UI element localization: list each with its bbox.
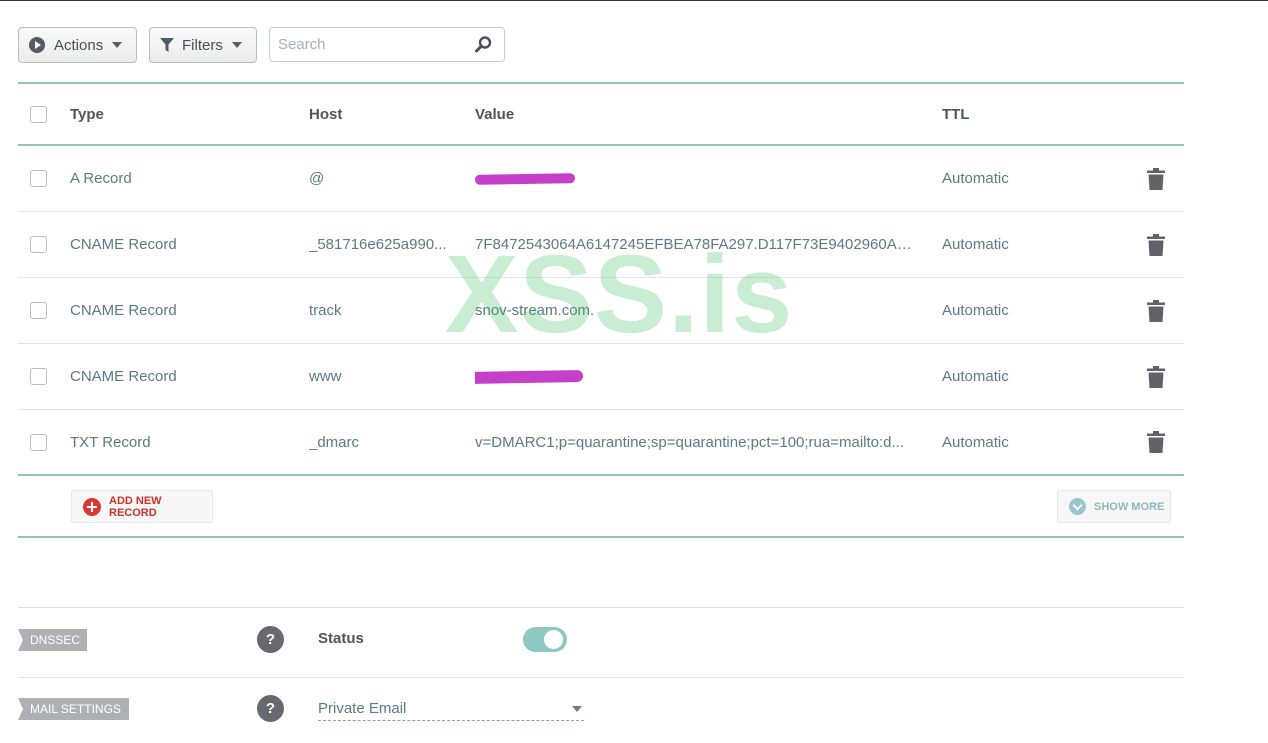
search-box bbox=[269, 27, 505, 62]
record-type: CNAME Record bbox=[70, 368, 177, 385]
redaction-mark bbox=[475, 369, 584, 384]
record-ttl: Automatic bbox=[942, 368, 1009, 385]
divider bbox=[18, 677, 1184, 678]
table-row[interactable]: CNAME Record track snov-stream.com. Auto… bbox=[18, 278, 1184, 344]
record-host: track bbox=[309, 302, 342, 319]
add-new-record-label: ADD NEW RECORD bbox=[109, 494, 162, 519]
row-checkbox[interactable] bbox=[30, 236, 47, 253]
row-checkbox[interactable] bbox=[30, 170, 47, 187]
trash-icon[interactable] bbox=[1144, 212, 1168, 277]
trash-icon[interactable] bbox=[1144, 344, 1168, 409]
record-ttl: Automatic bbox=[942, 433, 1009, 451]
record-ttl: Automatic bbox=[942, 170, 1009, 187]
show-more-label: SHOW MORE bbox=[1094, 500, 1165, 513]
row-checkbox[interactable] bbox=[30, 302, 47, 319]
header-host[interactable]: Host bbox=[309, 84, 449, 144]
chevron-down-icon bbox=[572, 706, 582, 712]
actions-button[interactable]: Actions bbox=[18, 27, 137, 63]
play-circle-icon bbox=[29, 37, 45, 53]
mail-settings-select[interactable]: Private Email bbox=[318, 697, 584, 721]
mail-settings-selected: Private Email bbox=[318, 700, 407, 717]
record-value bbox=[475, 146, 915, 211]
table-row[interactable]: TXT Record _dmarc v=DMARC1;p=quarantine;… bbox=[18, 410, 1184, 476]
trash-icon[interactable] bbox=[1144, 278, 1168, 343]
divider bbox=[18, 607, 1184, 608]
table-header: Type Host Value TTL bbox=[18, 82, 1184, 146]
table-row[interactable]: CNAME Record _581716e625a990... 7F847254… bbox=[18, 212, 1184, 278]
header-type[interactable]: Type bbox=[70, 84, 290, 144]
search-icon[interactable] bbox=[475, 36, 492, 58]
filters-button[interactable]: Filters bbox=[149, 27, 257, 63]
table-row[interactable]: A Record @ Automatic bbox=[18, 146, 1184, 212]
record-type: CNAME Record bbox=[70, 302, 177, 319]
show-more-button[interactable]: SHOW MORE bbox=[1057, 490, 1171, 523]
mail-settings-tag: MAIL SETTINGS bbox=[18, 698, 129, 720]
help-icon[interactable]: ? bbox=[257, 626, 284, 653]
toggle-knob bbox=[544, 630, 563, 649]
table-footer: ADD NEW RECORD SHOW MORE bbox=[18, 476, 1184, 538]
record-host: www bbox=[309, 368, 342, 385]
plus-circle-icon bbox=[83, 497, 101, 516]
dnssec-toggle[interactable] bbox=[523, 627, 567, 652]
record-type: A Record bbox=[70, 170, 132, 187]
help-icon[interactable]: ? bbox=[257, 695, 284, 722]
header-value[interactable]: Value bbox=[475, 84, 915, 144]
table-row[interactable]: CNAME Record www Automatic bbox=[18, 344, 1184, 410]
chevron-down-icon bbox=[231, 42, 242, 48]
record-host: @ bbox=[309, 170, 325, 187]
row-checkbox[interactable] bbox=[30, 433, 47, 451]
top-border bbox=[0, 0, 1268, 1]
record-value: v=DMARC1;p=quarantine;sp=quarantine;pct=… bbox=[475, 433, 905, 451]
filters-label: Filters bbox=[182, 36, 223, 54]
trash-icon[interactable] bbox=[1144, 146, 1168, 211]
record-ttl: Automatic bbox=[942, 302, 1009, 319]
record-host: _dmarc bbox=[309, 433, 360, 451]
add-new-record-button[interactable]: ADD NEW RECORD bbox=[71, 490, 213, 523]
record-type: TXT Record bbox=[70, 433, 151, 451]
dns-records-table: Type Host Value TTL A Record @ Automatic… bbox=[18, 82, 1184, 538]
chevron-down-icon bbox=[1069, 498, 1086, 515]
trash-icon[interactable] bbox=[1144, 410, 1168, 474]
header-ttl[interactable]: TTL bbox=[942, 84, 1062, 144]
dnssec-tag: DNSSEC bbox=[18, 629, 87, 651]
select-all-checkbox[interactable] bbox=[30, 105, 47, 123]
record-type: CNAME Record bbox=[70, 236, 177, 253]
record-ttl: Automatic bbox=[942, 236, 1009, 253]
row-checkbox[interactable] bbox=[30, 368, 47, 385]
search-input[interactable] bbox=[278, 28, 468, 61]
status-label: Status bbox=[318, 630, 364, 647]
record-value bbox=[475, 344, 915, 409]
record-host: _581716e625a990... bbox=[309, 236, 447, 253]
filter-icon bbox=[160, 37, 174, 53]
chevron-down-icon bbox=[112, 42, 123, 48]
actions-label: Actions bbox=[54, 36, 104, 54]
redaction-mark bbox=[475, 172, 576, 185]
record-value: 7F8472543064A6147245EFBEA78FA297.D117F73… bbox=[475, 236, 915, 253]
record-value: snov-stream.com. bbox=[475, 302, 595, 319]
